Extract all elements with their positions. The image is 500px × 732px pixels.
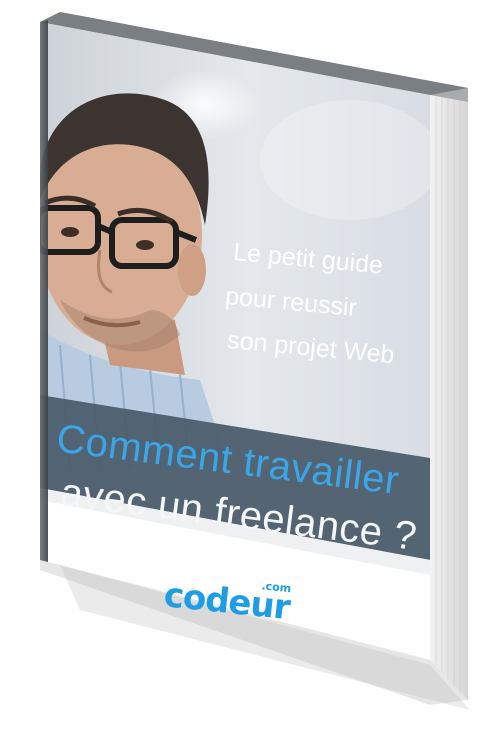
ebook-cover-scene: Le petit guide pour reussir son projet W… xyxy=(0,0,500,732)
book-spine-icon xyxy=(40,20,48,562)
